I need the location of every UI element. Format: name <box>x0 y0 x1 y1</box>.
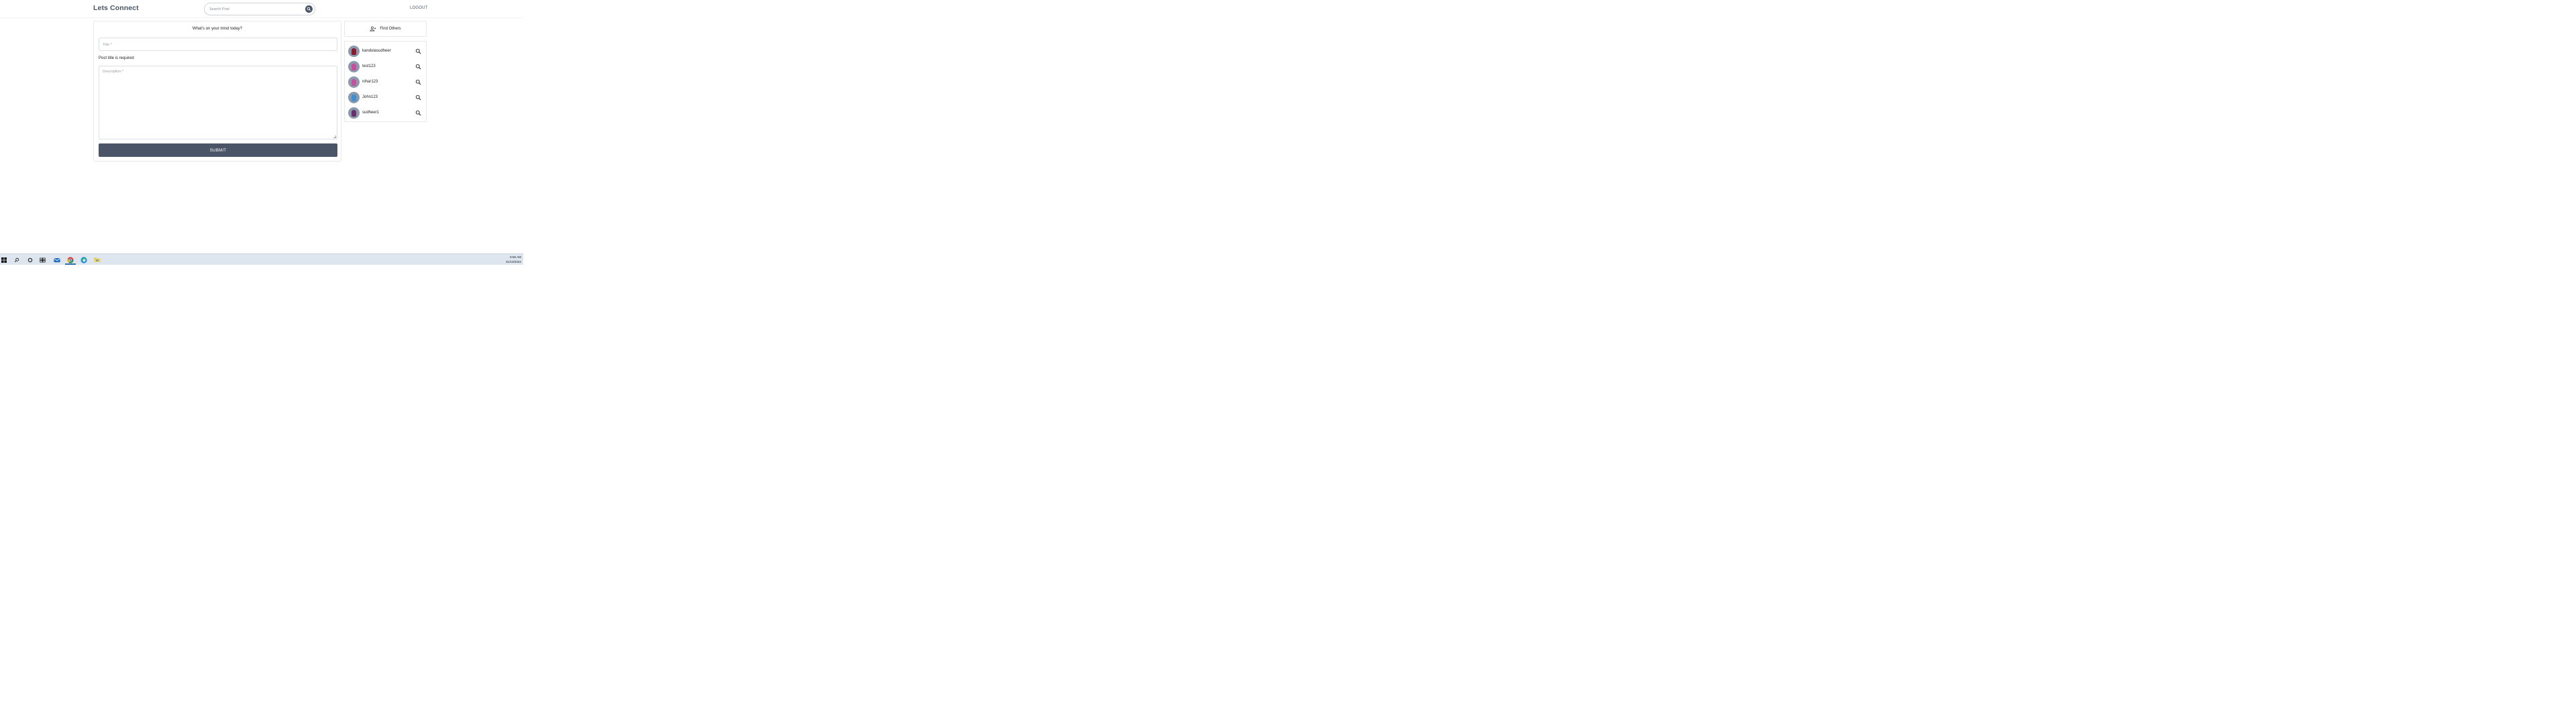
search-button[interactable] <box>305 5 313 13</box>
user-name: sudheer1 <box>362 111 380 115</box>
search-icon[interactable] <box>415 78 421 85</box>
description-input[interactable] <box>103 70 333 135</box>
avatar-figure <box>352 94 356 101</box>
search-icon[interactable] <box>415 48 421 54</box>
clock-time: 6:56 AM <box>510 255 521 259</box>
mail-icon[interactable] <box>53 256 60 263</box>
task-view-icon[interactable] <box>39 256 46 263</box>
new-post-card: What's on your mind today? Post title is… <box>93 21 341 162</box>
avatar-figure <box>352 48 356 55</box>
system-clock[interactable]: 6:56 AM 31/10/2022 <box>506 255 521 264</box>
avatar-figure <box>352 109 356 117</box>
header-divider <box>0 17 523 18</box>
brand-title[interactable]: Lets Connect <box>93 4 139 12</box>
search-icon <box>307 7 311 11</box>
windows-start-icon[interactable] <box>0 256 7 263</box>
user-name: nihar123 <box>362 80 378 84</box>
title-input[interactable] <box>103 42 331 48</box>
taskbar: 6:56 AM 31/10/2022 <box>0 253 523 265</box>
search-icon[interactable] <box>415 94 421 101</box>
search-icon[interactable] <box>13 256 20 263</box>
clock-date: 31/10/2022 <box>506 260 521 263</box>
avatar <box>348 60 360 72</box>
logout-link[interactable]: LOGOUT <box>410 6 428 10</box>
cortana-icon[interactable] <box>26 256 34 263</box>
description-field <box>99 66 337 139</box>
search-icon[interactable] <box>415 63 421 70</box>
avatar-figure <box>352 78 356 86</box>
search-bar <box>204 3 315 15</box>
chrome-icon[interactable] <box>66 256 74 263</box>
title-field <box>99 38 337 51</box>
title-error-message: Post title is required <box>99 56 134 60</box>
app-screen: Lets Connect LOGOUT What's on your mind … <box>0 0 523 265</box>
list-item[interactable]: nihar123 <box>348 76 424 88</box>
user-name: kandulasudheer <box>362 49 391 53</box>
file-explorer-icon[interactable] <box>93 256 101 263</box>
list-item[interactable]: John123 <box>348 91 424 103</box>
find-others-label: Find Others <box>380 27 401 31</box>
avatar <box>348 91 360 103</box>
submit-button[interactable]: SUBMIT <box>99 143 337 157</box>
user-list: kandulasudheer test123 nihar123 John123 <box>344 41 427 122</box>
user-name: test123 <box>362 64 376 68</box>
avatar <box>348 107 360 119</box>
edge-icon[interactable] <box>80 256 87 263</box>
avatar-figure <box>352 63 356 70</box>
avatar <box>348 45 360 57</box>
add-person-icon <box>370 26 376 32</box>
active-app-indicator <box>65 263 76 265</box>
resize-handle[interactable] <box>333 135 336 138</box>
search-icon[interactable] <box>415 109 421 116</box>
user-name: John123 <box>362 95 378 99</box>
search-input[interactable] <box>209 5 301 14</box>
find-others-button[interactable]: Find Others <box>344 21 427 37</box>
list-item[interactable]: sudheer1 <box>348 107 424 119</box>
post-form-heading: What's on your mind today? <box>192 27 243 31</box>
list-item[interactable]: test123 <box>348 60 424 72</box>
list-item[interactable]: kandulasudheer <box>348 45 424 57</box>
avatar <box>348 76 360 88</box>
